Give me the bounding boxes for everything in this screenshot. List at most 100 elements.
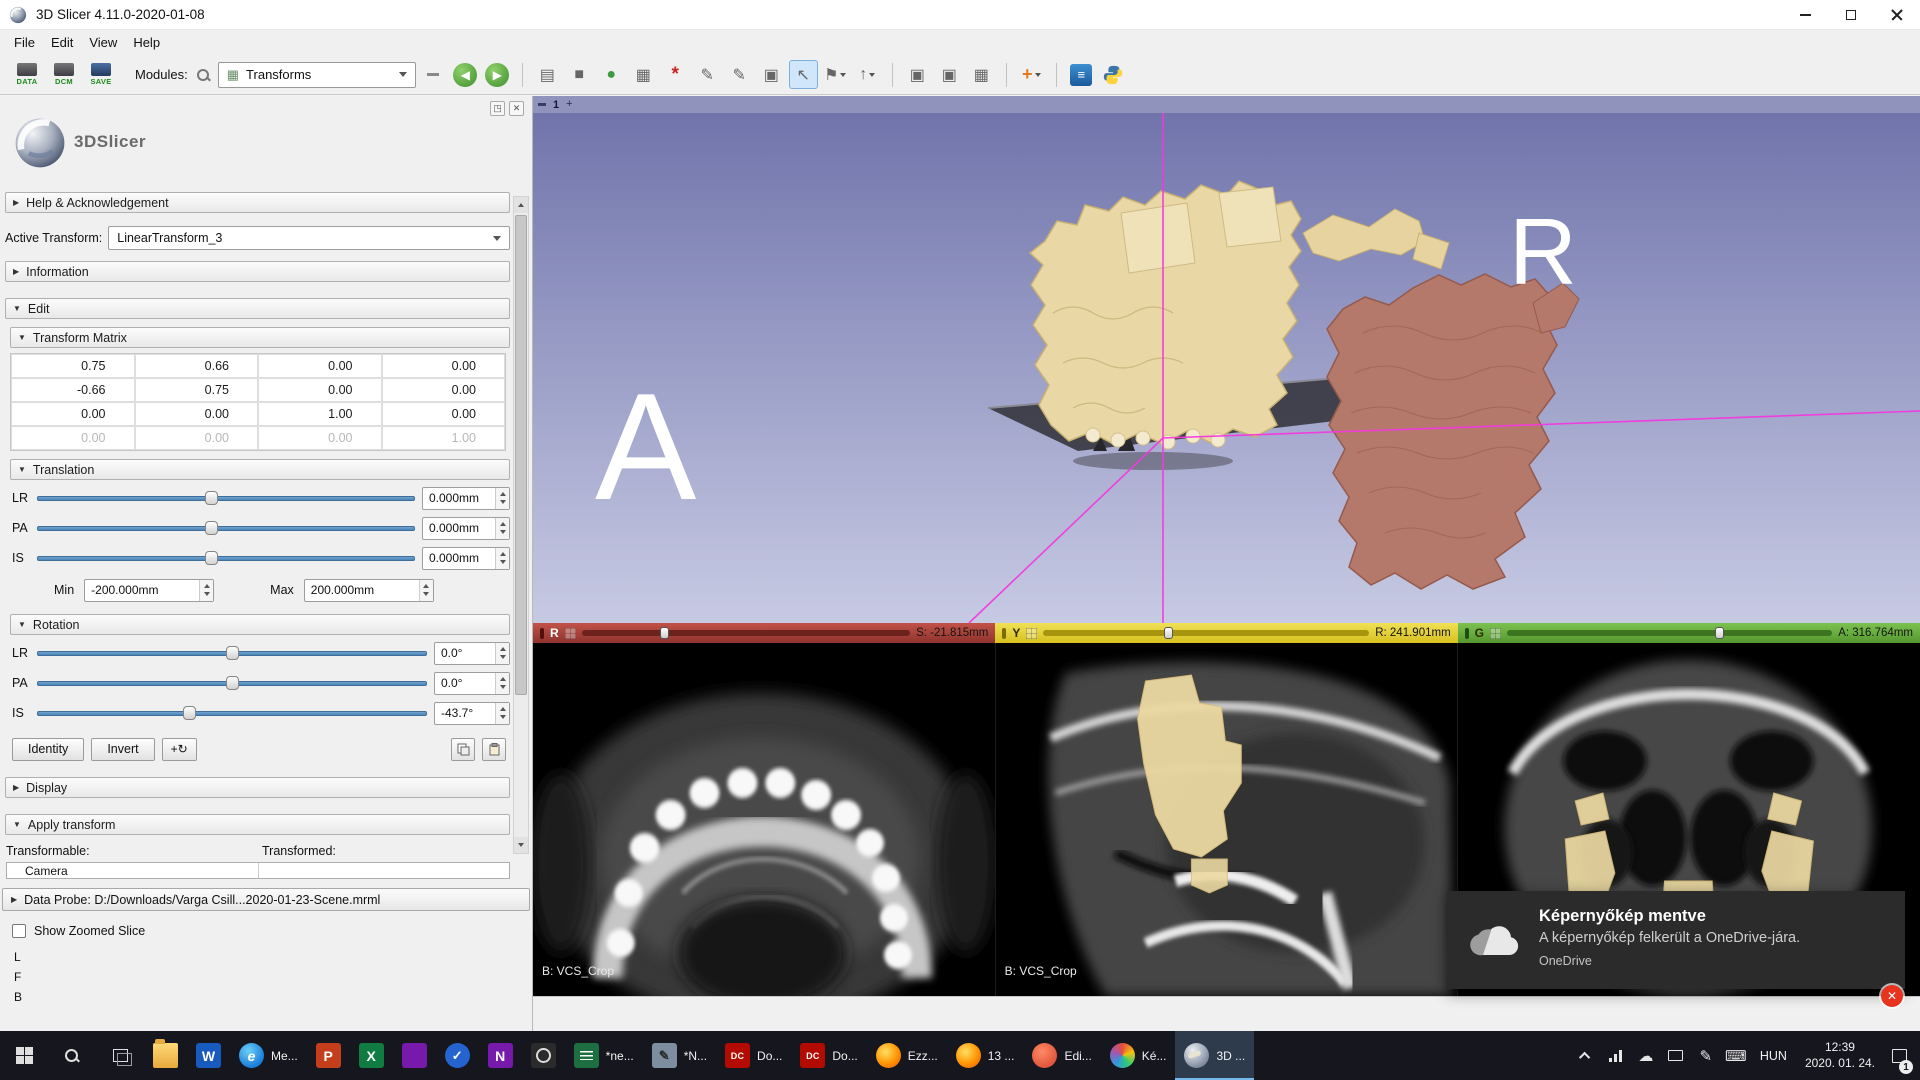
rotation-is-spinbox[interactable]: -43.7°	[434, 702, 510, 725]
red-slice-view[interactable]: B: VCS_Crop	[533, 643, 995, 996]
minimize-button[interactable]	[1782, 0, 1828, 30]
paste-transform-icon[interactable]	[482, 738, 506, 761]
matrix-cell[interactable]: 0.00	[258, 354, 382, 378]
crosshair-icon[interactable]: +	[566, 99, 572, 110]
scrollbar-thumb[interactable]	[515, 215, 527, 695]
taskbar-item-excel-doc[interactable]: *ne...	[565, 1031, 643, 1080]
matrix-cell[interactable]: 1.00	[258, 402, 382, 426]
rotation-pa-spinbox[interactable]: 0.0°	[434, 672, 510, 695]
matrix-cell[interactable]: 0.00	[382, 402, 506, 426]
module-selector[interactable]: ▦ Transforms	[218, 62, 416, 88]
crosshair-icon[interactable]: +	[1017, 60, 1046, 89]
red-slice-controller[interactable]: R S: -21.815mm	[533, 623, 995, 643]
python-console-icon[interactable]	[1099, 60, 1128, 89]
taskbar-item-notepad[interactable]: ✎*N...	[643, 1031, 716, 1080]
slice-link-icon[interactable]	[565, 628, 576, 639]
matrix-cell[interactable]: 0.00	[382, 354, 506, 378]
show-hidden-icons[interactable]	[1571, 1031, 1601, 1080]
data-probe-header[interactable]: ▶ Data Probe: D:/Downloads/Varga Csill..…	[2, 888, 530, 911]
notification-close-icon[interactable]: ✕	[1881, 985, 1903, 1007]
rotation-lr-slider[interactable]	[37, 641, 427, 665]
screenshot-window-icon[interactable]: ▣	[757, 60, 786, 89]
registration-icon[interactable]: *	[661, 60, 690, 89]
scene-view-add-icon[interactable]: ▣	[935, 60, 964, 89]
tables-icon[interactable]: ▦	[629, 60, 658, 89]
language-indicator[interactable]: HUN	[1751, 1049, 1796, 1063]
matrix-cell[interactable]: 0.75	[11, 354, 135, 378]
maximize-button[interactable]	[1828, 0, 1874, 30]
taskbar-item-acrobat-2[interactable]: DCDo...	[791, 1031, 866, 1080]
matrix-cell[interactable]: -0.66	[11, 378, 135, 402]
yellow-slice-view[interactable]: B: VCS_Crop	[995, 643, 1458, 996]
matrix-cell[interactable]: 0.00	[11, 402, 135, 426]
taskbar-item-app-red[interactable]: Edi...	[1023, 1031, 1100, 1080]
load-data-button[interactable]: DATA	[10, 60, 44, 90]
max-spinbox[interactable]: 200.000mm	[304, 579, 434, 602]
markups-pencil-icon[interactable]: ✎	[693, 60, 722, 89]
annotations-pencil-icon[interactable]: ✎	[725, 60, 754, 89]
taskbar-item-onenote[interactable]: N	[479, 1031, 522, 1080]
network-icon[interactable]	[1601, 1031, 1631, 1080]
section-transform-matrix[interactable]: ▼ Transform Matrix	[10, 327, 510, 348]
translation-lr-slider[interactable]	[37, 486, 415, 510]
display-icon[interactable]	[1661, 1031, 1691, 1080]
taskbar-item-acrobat-1[interactable]: DCDo...	[716, 1031, 791, 1080]
panel-close-icon[interactable]: ✕	[509, 101, 524, 116]
onedrive-notification[interactable]: Képernyőkép mentve A képernyőkép felkerü…	[1447, 891, 1905, 989]
taskbar-item-edge[interactable]: eMe...	[230, 1031, 307, 1080]
models-icon[interactable]: ●	[597, 60, 626, 89]
threeD-view-controller[interactable]: 1 +	[533, 96, 1920, 113]
section-edit[interactable]: ▼ Edit	[5, 298, 510, 319]
pin-icon[interactable]	[1465, 628, 1469, 639]
rotation-lr-spinbox[interactable]: 0.0°	[434, 642, 510, 665]
transform-matrix-table[interactable]: 0.75 0.66 0.00 0.00 -0.66 0.75 0.00 0.00…	[10, 353, 506, 451]
matrix-cell[interactable]: 0.00	[382, 378, 506, 402]
section-rotation[interactable]: ▼ Rotation	[10, 614, 510, 635]
taskbar-item-slicer[interactable]: 3D ...	[1175, 1031, 1254, 1080]
module-history-icon[interactable]	[419, 60, 448, 89]
module-search-icon[interactable]	[195, 67, 211, 83]
clock[interactable]: 12:39 2020. 01. 24.	[1796, 1040, 1884, 1071]
section-information[interactable]: ▶ Information	[5, 261, 510, 282]
slice-link-icon[interactable]	[1026, 628, 1037, 639]
taskbar-item-paint[interactable]: Ké...	[1101, 1031, 1176, 1080]
threeD-view[interactable]: A R	[533, 113, 1920, 623]
module-back-button[interactable]: ◀	[451, 60, 480, 89]
section-help[interactable]: ▶ Help & Acknowledgement	[5, 192, 510, 213]
layout-selector-icon[interactable]: ▤	[533, 60, 562, 89]
panel-popout-icon[interactable]: ◳	[490, 101, 505, 116]
dicom-button[interactable]: DCM	[47, 60, 81, 90]
keyboard-icon[interactable]: ⌨	[1721, 1031, 1751, 1080]
place-mode-icon[interactable]: ↑	[853, 60, 882, 89]
yellow-slice-slider[interactable]	[1043, 626, 1369, 640]
task-view-icon[interactable]	[96, 1031, 144, 1080]
taskbar-item-store[interactable]	[393, 1031, 436, 1080]
translation-is-slider[interactable]	[37, 546, 415, 570]
identity-button[interactable]: Identity	[12, 738, 84, 761]
yellow-slice-controller[interactable]: Y R: 241.901mm	[995, 623, 1457, 643]
section-apply-transform[interactable]: ▼ Apply transform	[5, 814, 510, 835]
matrix-cell[interactable]: 0.00	[135, 402, 259, 426]
slice-link-icon[interactable]	[1490, 628, 1501, 639]
taskbar-item-firefox-2[interactable]: 13 ...	[947, 1031, 1024, 1080]
place-fiducial-icon[interactable]: ⚑	[821, 60, 850, 89]
action-center-icon[interactable]: 1	[1884, 1031, 1914, 1080]
module-forward-button[interactable]: ▶	[483, 60, 512, 89]
menu-edit[interactable]: Edit	[43, 32, 81, 53]
extensions-manager-icon[interactable]: ≡	[1067, 60, 1096, 89]
volume-rendering-icon[interactable]: ■	[565, 60, 594, 89]
menu-file[interactable]: File	[6, 32, 43, 53]
green-slice-controller[interactable]: G A: 316.764mm	[1458, 623, 1920, 643]
copy-transform-icon[interactable]	[451, 738, 475, 761]
close-button[interactable]	[1874, 0, 1920, 30]
search-icon[interactable]	[48, 1031, 96, 1080]
translation-pa-slider[interactable]	[37, 516, 415, 540]
section-display[interactable]: ▶ Display	[5, 777, 510, 798]
transformable-item[interactable]: Camera	[25, 864, 68, 878]
menu-view[interactable]: View	[81, 32, 125, 53]
translation-is-spinbox[interactable]: 0.000mm	[422, 547, 510, 570]
red-slice-slider[interactable]	[582, 626, 910, 640]
matrix-cell[interactable]: 0.75	[135, 378, 259, 402]
taskbar-item-todo[interactable]: ✓	[436, 1031, 479, 1080]
pin-icon[interactable]	[540, 628, 544, 639]
